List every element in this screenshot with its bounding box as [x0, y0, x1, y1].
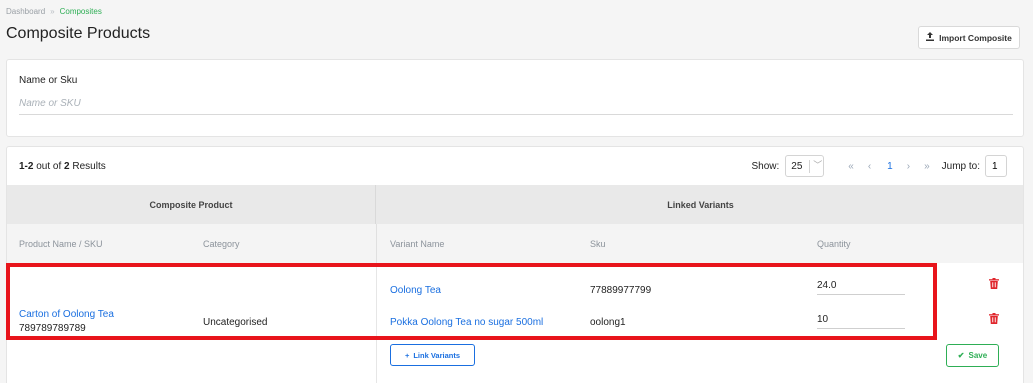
variant-name-link[interactable]: Pokka Oolong Tea no sugar 500ml: [390, 317, 543, 328]
results-count: 1-2 out of 2 Results: [19, 161, 106, 172]
page-size-value: 25: [791, 160, 803, 172]
variant-quantity-input[interactable]: [817, 276, 905, 295]
variant-name-link[interactable]: Oolong Tea: [390, 285, 441, 296]
jump-to-label: Jump to:: [941, 160, 980, 172]
prev-page-button[interactable]: ‹: [868, 161, 871, 172]
plus-icon: +: [404, 350, 410, 360]
row-divider: [7, 339, 376, 340]
link-variants-button[interactable]: + Link Variants: [390, 344, 475, 366]
save-button[interactable]: ✔ Save: [946, 344, 999, 367]
composite-product-group-header: Composite Product: [7, 185, 376, 224]
results-out-of: out of: [36, 161, 62, 172]
import-composite-label: Import Composite: [939, 32, 1012, 43]
link-variants-label: Link Variants: [413, 350, 461, 360]
trash-icon[interactable]: [989, 313, 999, 324]
select-divider: [809, 160, 811, 173]
linked-variants-group-header: Linked Variants: [376, 185, 1023, 224]
results-total: 2: [64, 161, 70, 172]
last-page-button[interactable]: »: [924, 161, 930, 172]
jump-to-input[interactable]: [985, 155, 1007, 177]
col-category: Category: [203, 239, 240, 249]
filter-label: Name or Sku: [19, 75, 78, 86]
pagination: Show: 25 ﹀ « ‹ 1 › » Jump to:: [751, 154, 1007, 178]
filter-card: Name or Sku: [6, 59, 1024, 137]
chevron-down-icon: ﹀: [813, 160, 823, 170]
col-sku: Sku: [590, 239, 606, 249]
breadcrumb: Dashboard » Composites: [6, 7, 102, 16]
first-page-button[interactable]: «: [848, 161, 854, 172]
results-range: 1-2: [19, 161, 34, 172]
show-label: Show:: [751, 160, 780, 172]
import-composite-button[interactable]: Import Composite: [918, 26, 1020, 49]
breadcrumb-dashboard-link[interactable]: Dashboard: [6, 7, 45, 16]
composite-product-name-link[interactable]: Carton of Oolong Tea: [19, 309, 114, 320]
col-variant-name: Variant Name: [390, 239, 445, 249]
variant-sku: oolong1: [590, 317, 626, 328]
breadcrumb-current: Composites: [59, 7, 102, 16]
breadcrumb-separator: »: [50, 7, 55, 16]
name-or-sku-input[interactable]: [19, 93, 1013, 115]
results-card: 1-2 out of 2 Results Show: 25 ﹀ « ‹ 1 › …: [6, 146, 1024, 383]
composite-product-category: Uncategorised: [203, 317, 268, 328]
composite-product-sku: 789789789789: [19, 323, 86, 334]
body-column-divider: [376, 263, 377, 383]
table-column-headers: Product Name / SKU Category Variant Name…: [7, 224, 1023, 263]
col-quantity: Quantity: [817, 239, 851, 249]
column-divider: [376, 224, 377, 263]
save-label: Save: [968, 351, 988, 360]
next-page-button[interactable]: ›: [907, 161, 910, 172]
variant-sku: 77889977799: [590, 285, 652, 296]
page-size-select[interactable]: 25 ﹀: [785, 155, 825, 177]
checkmark-icon: ✔: [957, 351, 965, 360]
col-product-name-sku: Product Name / SKU: [19, 239, 103, 249]
variant-quantity-input[interactable]: [817, 310, 905, 329]
results-suffix: Results: [72, 161, 106, 172]
page-number-1[interactable]: 1: [887, 161, 893, 172]
upload-icon: [926, 32, 935, 43]
page-title: Composite Products: [6, 25, 151, 42]
trash-icon[interactable]: [989, 278, 999, 289]
